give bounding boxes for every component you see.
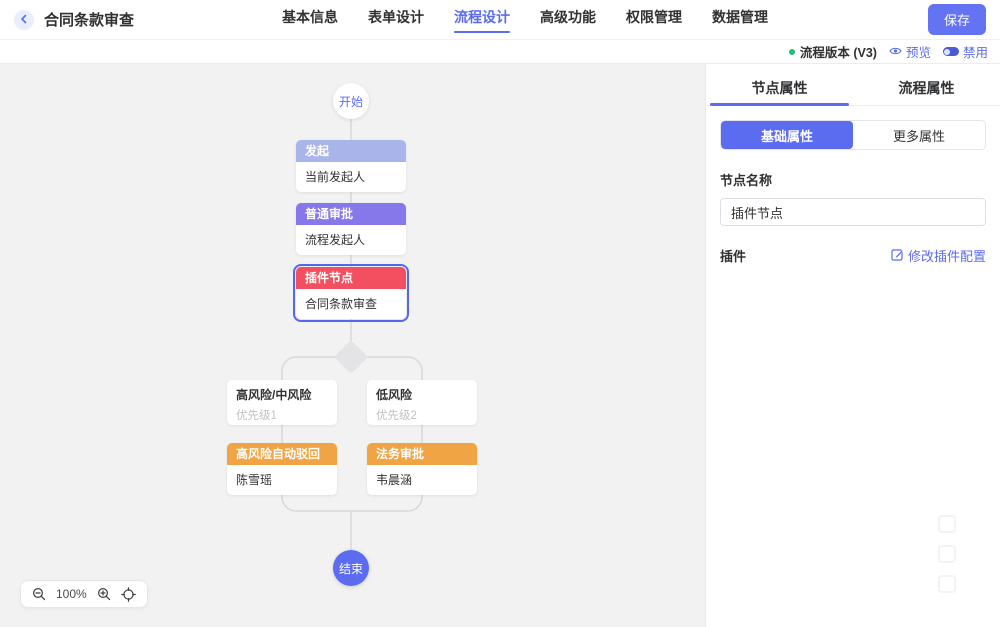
save-button[interactable]: 保存 (927, 4, 986, 35)
legal-approval-node-title: 法务审批 (367, 443, 477, 465)
plugin-label: 插件 (720, 249, 747, 264)
zoom-toolbar: 100% (20, 580, 148, 608)
version-status: 流程版本 (V3) (788, 42, 877, 61)
zoom-level: 100% (56, 587, 87, 601)
flow-canvas[interactable]: 开始 发起 当前发起人 普通审批 流程发起人 插件节点 合同条款审查 高风险/中… (0, 64, 705, 627)
eye-icon (889, 45, 902, 59)
disable-label: 禁用 (962, 46, 988, 60)
segment-more-properties[interactable]: 更多属性 (853, 121, 985, 149)
gateway-diamond-icon (335, 341, 367, 373)
start-node[interactable]: 开始 (333, 83, 369, 119)
edit-plugin-config-link[interactable]: 修改插件配置 (891, 246, 986, 265)
chevron-left-icon (19, 11, 29, 29)
end-node[interactable]: 结束 (333, 550, 369, 586)
edit-square-icon (891, 248, 904, 264)
auto-reject-node-body: 陈雪瑶 (236, 473, 273, 487)
node-name-label: 节点名称 (720, 173, 773, 188)
plugin-row: 插件 修改插件配置 (720, 246, 986, 265)
property-segments: 基础属性 更多属性 (720, 120, 986, 150)
tab-flow-properties[interactable]: 流程属性 (853, 70, 1000, 105)
zoom-in-button[interactable] (97, 587, 111, 601)
approval-node-title: 普通审批 (296, 203, 406, 225)
tab-form-design[interactable]: 表单设计 (368, 7, 424, 33)
segment-basic-properties[interactable]: 基础属性 (721, 121, 853, 149)
preview-label: 预览 (905, 46, 931, 60)
ghost-button (938, 575, 956, 593)
condition-title: 高风险/中风险 (236, 388, 312, 402)
main-area: 开始 发起 当前发起人 普通审批 流程发起人 插件节点 合同条款审查 高风险/中… (0, 64, 1000, 627)
legal-approval-node-body: 韦晨涵 (376, 473, 413, 487)
condition-node-low-risk[interactable]: 低风险 优先级2 (367, 380, 477, 425)
tab-node-properties[interactable]: 节点属性 (706, 70, 853, 106)
initiate-node-body: 当前发起人 (305, 170, 366, 184)
header-tabs: 基本信息 表单设计 流程设计 高级功能 权限管理 数据管理 (282, 7, 768, 33)
panel-tabs: 节点属性 流程属性 (706, 70, 1000, 106)
approval-node-body: 流程发起人 (305, 233, 366, 247)
condition-priority: 优先级1 (236, 410, 277, 422)
tab-permissions[interactable]: 权限管理 (626, 7, 682, 33)
condition-priority: 优先级2 (376, 410, 417, 422)
node-name-input[interactable] (720, 198, 986, 226)
version-bar: 流程版本 (V3) 预览 禁用 (0, 40, 1000, 64)
ghost-button (938, 545, 956, 563)
tab-flow-design[interactable]: 流程设计 (454, 7, 510, 33)
auto-reject-node[interactable]: 高风险自动驳回 陈雪瑶 (227, 443, 337, 495)
status-dot-icon (788, 48, 795, 55)
ghost-buttons (938, 515, 956, 593)
app-header: 合同条款审查 基本信息 表单设计 流程设计 高级功能 权限管理 数据管理 保存 (0, 0, 1000, 40)
panel-body: 基础属性 更多属性 节点名称 插件 修改插件配置 (706, 106, 1000, 279)
fit-view-button[interactable] (120, 586, 136, 602)
tab-basic-info[interactable]: 基本信息 (282, 7, 338, 33)
version-label: 流程版本 (V3) (799, 46, 877, 60)
page-title: 合同条款审查 (44, 12, 135, 29)
initiate-node[interactable]: 发起 当前发起人 (296, 140, 406, 192)
auto-reject-node-title: 高风险自动驳回 (227, 443, 337, 465)
plugin-node-body: 合同条款审查 (305, 297, 378, 311)
edit-plugin-config-label: 修改插件配置 (907, 249, 986, 264)
plugin-node-title: 插件节点 (296, 267, 406, 289)
properties-panel: 节点属性 流程属性 基础属性 更多属性 节点名称 插件 修改插件配置 (705, 64, 1000, 627)
tab-data-management[interactable]: 数据管理 (712, 7, 768, 33)
toggle-icon (942, 47, 959, 56)
condition-title: 低风险 (376, 388, 413, 402)
plugin-node[interactable]: 插件节点 合同条款审查 (293, 264, 409, 322)
zoom-out-button[interactable] (32, 587, 46, 601)
tab-advanced[interactable]: 高级功能 (540, 7, 596, 33)
approval-node[interactable]: 普通审批 流程发起人 (296, 203, 406, 255)
disable-toggle[interactable]: 禁用 (942, 42, 988, 61)
preview-button[interactable]: 预览 (889, 42, 931, 61)
initiate-node-title: 发起 (296, 140, 406, 162)
ghost-button (938, 515, 956, 533)
legal-approval-node[interactable]: 法务审批 韦晨涵 (367, 443, 477, 495)
back-button[interactable] (14, 9, 34, 30)
condition-node-high-risk[interactable]: 高风险/中风险 优先级1 (227, 380, 337, 425)
